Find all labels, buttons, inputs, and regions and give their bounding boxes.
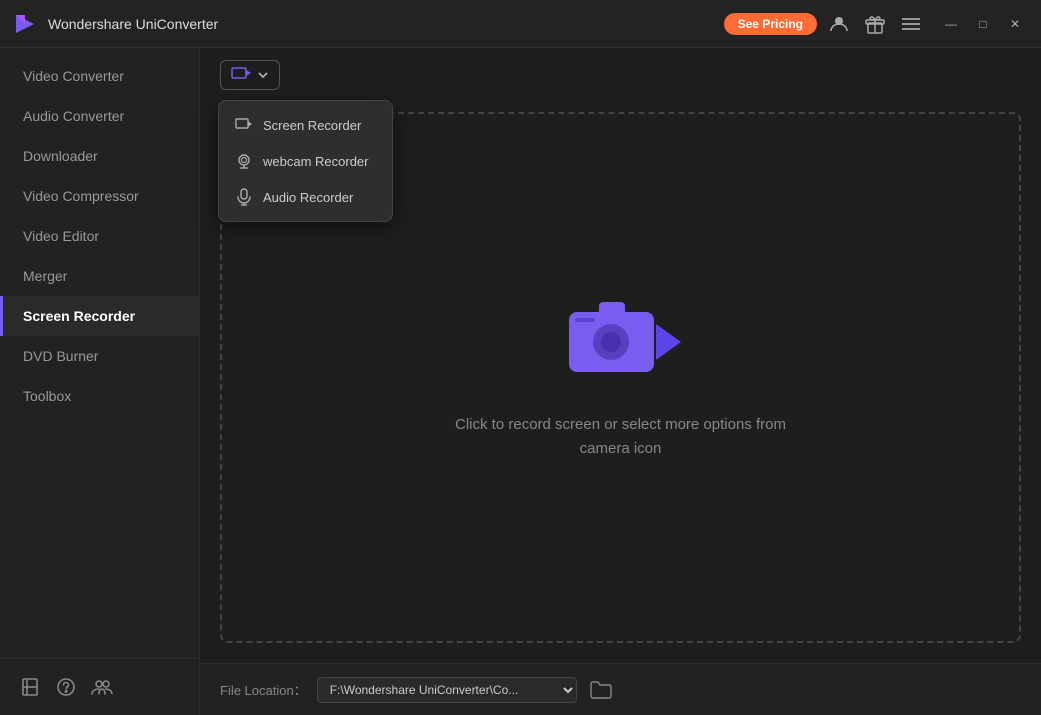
title-bar-actions: See Pricing — □ ✕ xyxy=(724,10,1029,38)
browse-folder-button[interactable] xyxy=(587,676,615,704)
webcam-recorder-menu-icon xyxy=(235,152,253,170)
sidebar-item-video-editor[interactable]: Video Editor xyxy=(0,216,199,256)
sidebar-item-video-compressor[interactable]: Video Compressor xyxy=(0,176,199,216)
sidebar-item-audio-converter[interactable]: Audio Converter xyxy=(0,96,199,136)
file-location-select[interactable]: F:\Wondershare UniConverter\Co... xyxy=(317,677,577,703)
minimize-button[interactable]: — xyxy=(937,10,965,38)
title-bar: Wondershare UniConverter See Pricing xyxy=(0,0,1041,48)
help-icon[interactable] xyxy=(52,673,80,701)
window-controls: — □ ✕ xyxy=(937,10,1029,38)
footer-bar: File Location： F:\Wondershare UniConvert… xyxy=(200,663,1041,715)
toolbar: Screen Recorder webcam Recorder xyxy=(200,48,1041,102)
recorder-type-dropdown[interactable] xyxy=(220,60,280,90)
app-body: Video Converter Audio Converter Download… xyxy=(0,48,1041,715)
maximize-button[interactable]: □ xyxy=(969,10,997,38)
main-content: Screen Recorder webcam Recorder xyxy=(200,48,1041,715)
sidebar-item-video-converter[interactable]: Video Converter xyxy=(0,56,199,96)
sidebar-item-toolbox[interactable]: Toolbox xyxy=(0,376,199,416)
dropdown-item-screen-recorder[interactable]: Screen Recorder xyxy=(219,107,392,143)
close-button[interactable]: ✕ xyxy=(1001,10,1029,38)
dropdown-item-webcam-recorder[interactable]: webcam Recorder xyxy=(219,143,392,179)
camera-illustration xyxy=(561,294,681,389)
hamburger-menu-icon[interactable] xyxy=(897,10,925,38)
chevron-down-icon xyxy=(257,70,269,80)
sidebar-footer xyxy=(0,658,199,715)
user-icon[interactable] xyxy=(825,10,853,38)
app-title: Wondershare UniConverter xyxy=(48,16,724,32)
sidebar: Video Converter Audio Converter Download… xyxy=(0,48,200,715)
dropdown-item-audio-recorder[interactable]: Audio Recorder xyxy=(219,179,392,215)
sidebar-item-screen-recorder[interactable]: Screen Recorder xyxy=(0,296,199,336)
file-location-label: File Location： xyxy=(220,680,307,699)
book-icon[interactable] xyxy=(16,673,44,701)
community-icon[interactable] xyxy=(88,673,116,701)
screen-recorder-icon xyxy=(231,67,251,83)
webcam-recorder-label: webcam Recorder xyxy=(263,154,369,169)
recorder-dropdown-menu: Screen Recorder webcam Recorder xyxy=(218,100,393,222)
gift-icon[interactable] xyxy=(861,10,889,38)
sidebar-nav: Video Converter Audio Converter Download… xyxy=(0,56,199,658)
screen-recorder-menu-icon xyxy=(235,116,253,134)
screen-recorder-label: Screen Recorder xyxy=(263,118,361,133)
sidebar-item-dvd-burner[interactable]: DVD Burner xyxy=(0,336,199,376)
sidebar-item-downloader[interactable]: Downloader xyxy=(0,136,199,176)
drop-zone-text: Click to record screen or select more op… xyxy=(455,413,786,461)
audio-recorder-menu-icon xyxy=(235,188,253,206)
sidebar-item-merger[interactable]: Merger xyxy=(0,256,199,296)
see-pricing-button[interactable]: See Pricing xyxy=(724,13,817,35)
audio-recorder-label: Audio Recorder xyxy=(263,190,353,205)
app-logo xyxy=(12,11,38,37)
